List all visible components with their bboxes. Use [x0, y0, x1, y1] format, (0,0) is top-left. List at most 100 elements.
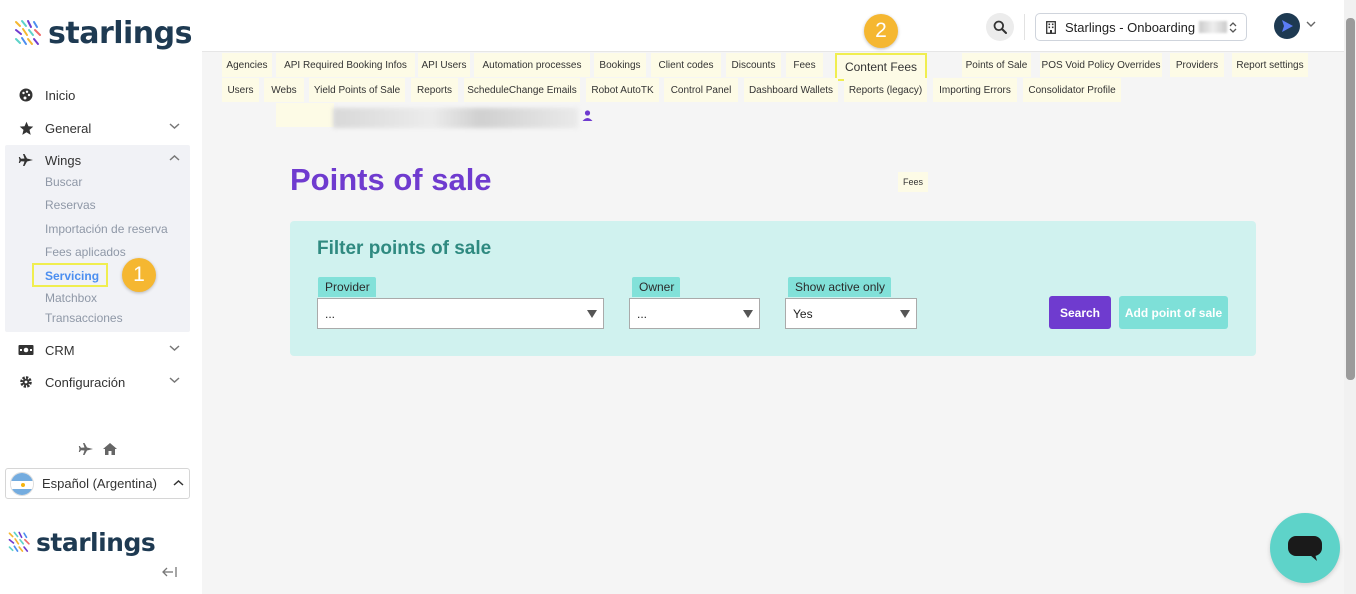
chat-widget-button[interactable]: [1270, 513, 1340, 583]
sub-item-matchbox[interactable]: Matchbox: [45, 291, 97, 305]
dropdown-arrow-icon: [587, 310, 597, 318]
sub-item-buscar[interactable]: Buscar: [45, 175, 82, 189]
sidebar-item-wings[interactable]: Wings: [0, 145, 190, 175]
sidebar: starlings Inicio General Wings Buscar Re…: [0, 0, 202, 594]
user-avatar[interactable]: [1274, 13, 1300, 39]
sidebar-item-label: General: [45, 120, 92, 136]
tab-client-codes[interactable]: Client codes: [651, 53, 721, 77]
home-icon[interactable]: [102, 442, 118, 456]
collapse-sidebar-icon[interactable]: [162, 566, 178, 578]
tab-pos-void-policy-overrides[interactable]: POS Void Policy Overrides: [1040, 53, 1162, 77]
argentina-flag-icon: [10, 471, 34, 496]
tab-schedulechange-emails[interactable]: ScheduleChange Emails: [464, 78, 580, 102]
tenant-name: Starlings - Onboarding: [1065, 19, 1196, 35]
sidebar-item-label: Inicio: [45, 87, 76, 103]
sidebar-item-label: Configuración: [45, 374, 126, 390]
chevron-up-icon: [173, 479, 184, 486]
tab-robot-autotk[interactable]: Robot AutoTK: [586, 78, 659, 102]
header-divider: [1024, 14, 1025, 40]
chevron-down-icon[interactable]: [1306, 21, 1316, 28]
sub-item-servicing[interactable]: Servicing: [32, 263, 108, 287]
chevron-down-icon: [169, 345, 180, 352]
step-badge-2: 2: [864, 14, 898, 48]
tab-providers[interactable]: Providers: [1170, 53, 1224, 77]
tab-agencies[interactable]: Agencies: [222, 53, 272, 77]
tab-content-fees[interactable]: Content Fees: [835, 53, 927, 81]
tab-api-required-booking-infos[interactable]: API Required Booking Infos: [276, 53, 415, 77]
dropdown-arrow-icon: [900, 310, 910, 318]
star-icon: [19, 121, 33, 135]
chevron-down-icon: [169, 123, 180, 130]
starlings-footer-logo: starlings: [7, 527, 156, 559]
add-point-of-sale-button[interactable]: Add point of sale: [1119, 296, 1228, 329]
paper-plane-icon: [1282, 20, 1293, 32]
starlings-logo[interactable]: starlings: [13, 14, 193, 54]
provider-label: Provider: [318, 277, 376, 297]
money-icon: [18, 345, 34, 355]
chevron-updown-icon: [1229, 22, 1237, 33]
language-select[interactable]: Español (Argentina): [5, 468, 190, 499]
plane-icon: [18, 154, 33, 166]
owner-select[interactable]: ...: [629, 298, 760, 329]
active-only-label: Show active only: [788, 277, 892, 297]
tab-api-users[interactable]: API Users: [418, 53, 470, 77]
tab-reports[interactable]: Reports: [411, 78, 458, 102]
sidebar-footer-icons: [78, 442, 118, 456]
tenant-select[interactable]: Starlings - Onboarding: [1035, 13, 1247, 41]
owner-value: ...: [637, 307, 648, 321]
sidebar-item-general[interactable]: General: [0, 113, 190, 143]
redacted-tenant-suffix: [1199, 21, 1228, 33]
chevron-up-icon: [169, 154, 180, 161]
tab-fees[interactable]: Fees: [786, 53, 823, 77]
active-only-value: Yes: [793, 307, 813, 321]
sidebar-item-label: Wings: [45, 152, 82, 168]
starlings-logo-mark-icon: [15, 20, 41, 45]
page-scrollbar-thumb[interactable]: [1346, 18, 1355, 380]
tab-strip-filler: [276, 103, 334, 127]
fees-chip[interactable]: Fees: [898, 172, 928, 192]
sub-item-fees-aplicados[interactable]: Fees aplicados: [45, 245, 126, 259]
tab-bookings[interactable]: Bookings: [594, 53, 646, 77]
tab-points-of-sale[interactable]: Points of Sale: [962, 53, 1031, 77]
owner-label: Owner: [632, 277, 681, 297]
sidebar-item-inicio[interactable]: Inicio: [0, 80, 190, 110]
tab-webs[interactable]: Webs: [264, 78, 304, 102]
brand-name: starlings: [48, 16, 193, 51]
starlings-logo-mark-icon: [8, 531, 30, 552]
redacted-breadcrumb: [333, 108, 578, 128]
page-title: Points of sale: [290, 162, 492, 197]
sidebar-item-crm[interactable]: CRM: [0, 335, 190, 365]
building-icon: [1046, 20, 1056, 34]
active-only-select[interactable]: Yes: [785, 298, 917, 329]
plane-icon[interactable]: [78, 442, 94, 456]
tab-control-panel[interactable]: Control Panel: [664, 78, 738, 102]
chat-bubble-icon: [1288, 536, 1322, 561]
tab-automation-processes[interactable]: Automation processes: [474, 53, 590, 77]
sub-item-importacion-reserva[interactable]: Importación de reserva: [45, 222, 168, 236]
tab-consolidator-profile[interactable]: Consolidator Profile: [1023, 78, 1121, 102]
chevron-down-icon: [169, 377, 180, 384]
dropdown-arrow-icon: [743, 310, 753, 318]
sidebar-item-label: CRM: [45, 342, 75, 358]
user-icon: [582, 110, 593, 121]
tab-users[interactable]: Users: [222, 78, 259, 102]
tab-reports-legacy[interactable]: Reports (legacy): [844, 78, 927, 102]
tab-report-settings[interactable]: Report settings: [1232, 53, 1308, 77]
step-badge-1: 1: [122, 258, 156, 292]
search-button[interactable]: Search: [1049, 296, 1111, 329]
sidebar-item-configuracion[interactable]: Configuración: [0, 367, 190, 397]
tab-dashboard-wallets[interactable]: Dashboard Wallets: [744, 78, 838, 102]
global-search-button[interactable]: [986, 13, 1014, 41]
top-header: Starlings - Onboarding: [202, 0, 1344, 52]
palette-icon: [19, 88, 33, 102]
language-label: Español (Argentina): [42, 476, 157, 491]
sub-item-reservas[interactable]: Reservas: [45, 198, 96, 212]
search-icon: [993, 20, 1007, 34]
filter-title: Filter points of sale: [317, 238, 492, 259]
gear-icon: [20, 376, 32, 388]
tab-yield-points-of-sale[interactable]: Yield Points of Sale: [309, 78, 405, 102]
tab-importing-errors[interactable]: Importing Errors: [933, 78, 1017, 102]
sub-item-transacciones[interactable]: Transacciones: [45, 311, 123, 325]
tab-discounts[interactable]: Discounts: [726, 53, 781, 77]
provider-select[interactable]: ...: [317, 298, 604, 329]
